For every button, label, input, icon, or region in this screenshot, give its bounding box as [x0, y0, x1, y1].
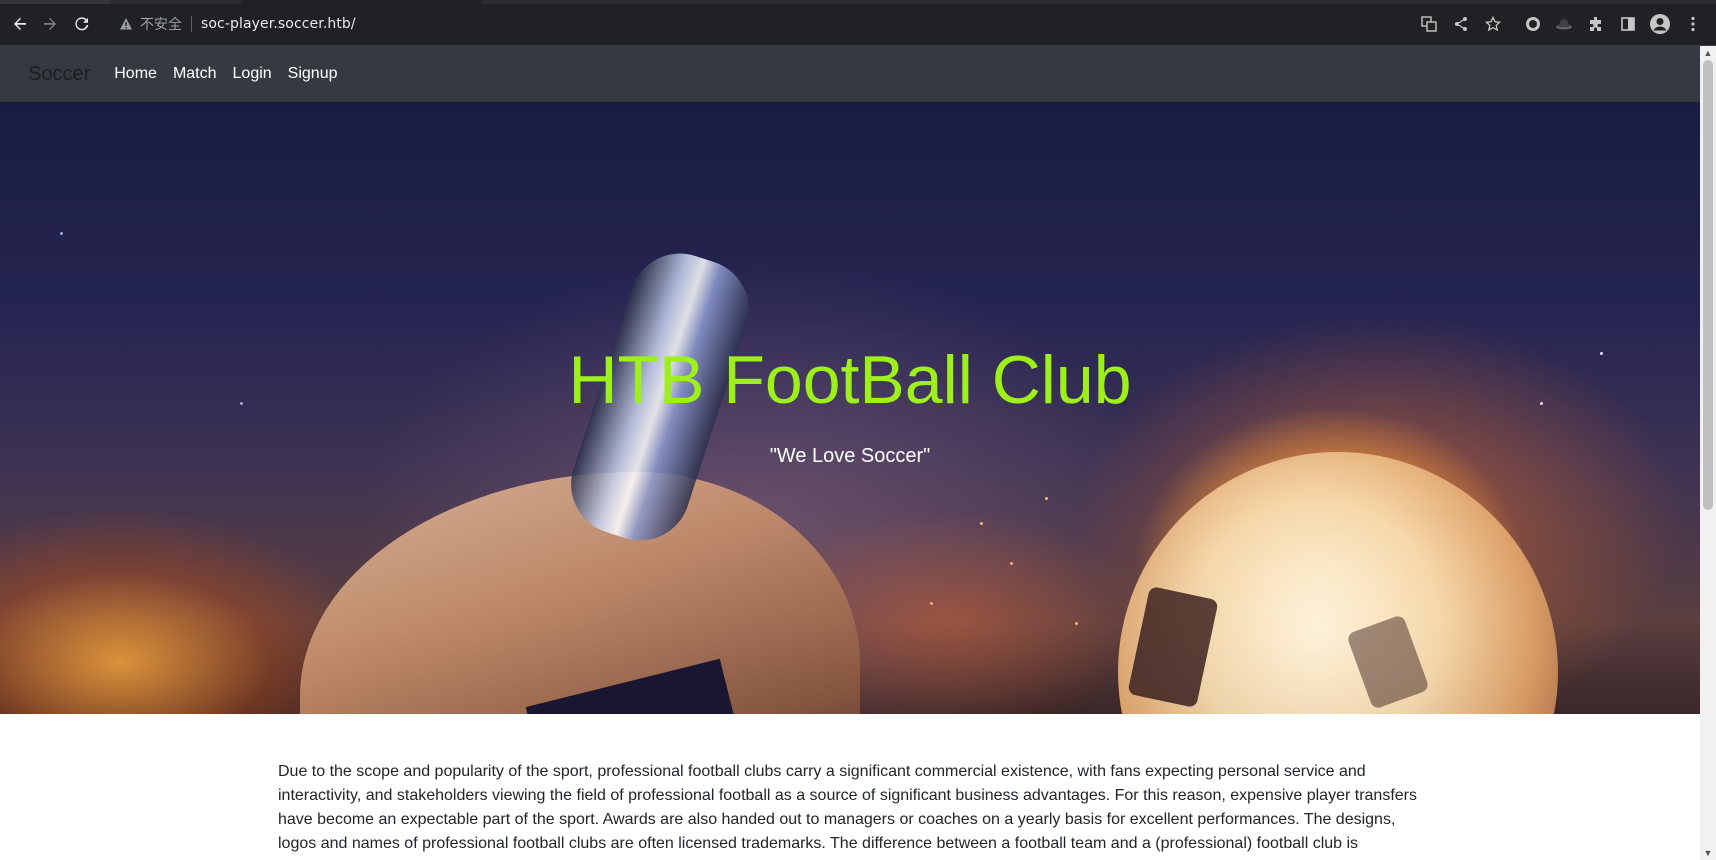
forward-button[interactable]	[38, 12, 62, 36]
back-icon	[14, 17, 26, 30]
scroll-up-icon[interactable]: ▲	[1700, 46, 1716, 60]
reload-button[interactable]	[70, 12, 94, 36]
extension-hat-icon[interactable]	[1553, 13, 1575, 35]
intro-paragraph: Due to the scope and popularity of the s…	[278, 763, 1417, 852]
puzzle-icon[interactable]	[1585, 13, 1607, 35]
tab-inactive[interactable]	[0, 0, 110, 4]
navbar-brand[interactable]: Soccer	[28, 63, 90, 86]
forward-icon	[44, 17, 56, 30]
tab-strip	[0, 0, 1716, 4]
share-icon[interactable]	[1450, 13, 1472, 35]
hero-text-layer: HTB FootBall Club "We Love Soccer"	[0, 102, 1700, 714]
url-text[interactable]: soc-player.soccer.htb/	[201, 16, 356, 32]
omnibox-divider	[191, 16, 192, 32]
back-button[interactable]	[8, 12, 32, 36]
reload-icon	[75, 17, 89, 31]
page-scrollbar[interactable]: ▲ ▼	[1700, 46, 1716, 860]
warning-icon[interactable]	[118, 16, 134, 32]
browser-toolbar: 不安全 soc-player.soccer.htb/	[0, 0, 1716, 46]
more-icon[interactable]	[1682, 13, 1704, 35]
tab-active[interactable]	[242, 0, 482, 4]
star-icon[interactable]	[1482, 13, 1504, 35]
sidepanel-icon[interactable]	[1617, 13, 1639, 35]
address-bar[interactable]: 不安全 soc-player.soccer.htb/	[108, 8, 1398, 40]
hero-subtitle: "We Love Soccer"	[769, 445, 931, 467]
translate-icon[interactable]	[1418, 13, 1440, 35]
hero-title: HTB FootBall Club	[568, 342, 1132, 418]
site-navbar: Soccer Home Match Login Signup	[0, 46, 1700, 102]
scroll-down-icon[interactable]: ▼	[1700, 846, 1716, 860]
nav-link-login[interactable]: Login	[233, 65, 272, 83]
extension-circle-icon[interactable]	[1522, 13, 1544, 35]
profile-icon[interactable]	[1649, 13, 1671, 35]
nav-link-home[interactable]: Home	[114, 65, 157, 83]
nav-link-signup[interactable]: Signup	[288, 65, 338, 83]
hero-banner: HTB FootBall Club "We Love Soccer"	[0, 102, 1700, 714]
nav-link-match[interactable]: Match	[173, 65, 217, 83]
scrollbar-thumb[interactable]	[1703, 60, 1713, 510]
security-label[interactable]: 不安全	[140, 14, 182, 34]
